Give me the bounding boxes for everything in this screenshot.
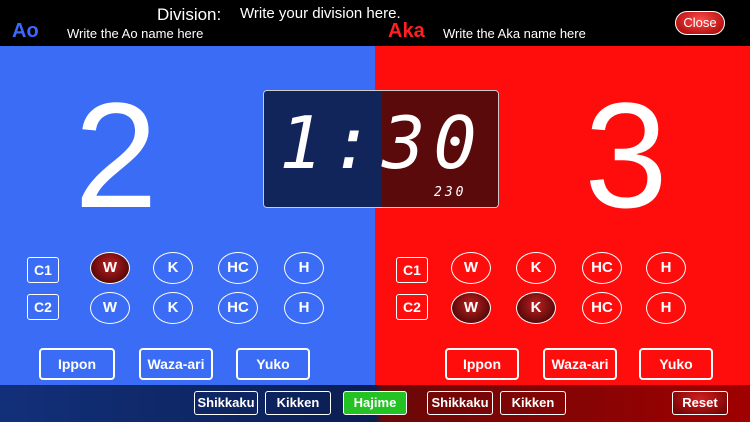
ao-shikkaku-button[interactable]: Shikkaku [194, 391, 258, 415]
aka-c1-hc-button[interactable]: HC [582, 252, 622, 284]
ao-c2-hc-button[interactable]: HC [218, 292, 258, 324]
timer-main-value: 1:30 [279, 101, 485, 185]
aka-c2-k-button[interactable]: K [516, 292, 556, 324]
aka-kikken-button[interactable]: Kikken [500, 391, 566, 415]
ao-title: Ao [12, 20, 39, 42]
division-input[interactable]: Write your division here. [240, 5, 401, 22]
aka-shikkaku-button[interactable]: Shikkaku [427, 391, 493, 415]
division-label: Division: [157, 5, 222, 24]
aka-c2-hc-button[interactable]: HC [582, 292, 622, 324]
ao-c1-w-button[interactable]: W [90, 252, 130, 284]
ao-c1-h-button[interactable]: H [284, 252, 324, 284]
aka-yuko-button[interactable]: Yuko [639, 348, 713, 380]
aka-c2-w-button[interactable]: W [451, 292, 491, 324]
aka-score[interactable]: 3 [546, 80, 706, 230]
ao-c1-k-button[interactable]: K [153, 252, 193, 284]
aka-wazaari-button[interactable]: Waza-ari [543, 348, 617, 380]
aka-ippon-button[interactable]: Ippon [445, 348, 519, 380]
close-button[interactable]: Close [675, 11, 725, 35]
aka-c2-label: C2 [396, 294, 428, 320]
ao-yuko-button[interactable]: Yuko [236, 348, 310, 380]
ao-c1-label: C1 [27, 257, 59, 283]
hajime-button[interactable]: Hajime [343, 391, 407, 415]
ao-c2-w-button[interactable]: W [90, 292, 130, 324]
timer-display[interactable]: 1:30 230 [263, 90, 499, 208]
ao-score[interactable]: 2 [36, 80, 196, 230]
aka-c1-k-button[interactable]: K [516, 252, 556, 284]
ao-c2-h-button[interactable]: H [284, 292, 324, 324]
timer-sub-value: 230 [434, 185, 467, 200]
ao-c2-label: C2 [27, 294, 59, 320]
aka-c1-h-button[interactable]: H [646, 252, 686, 284]
ao-ippon-button[interactable]: Ippon [39, 348, 115, 380]
ao-name-input[interactable]: Write the Ao name here [67, 26, 203, 41]
aka-name-input[interactable]: Write the Aka name here [443, 26, 586, 41]
aka-c1-label: C1 [396, 257, 428, 283]
reset-button[interactable]: Reset [672, 391, 728, 415]
ao-c2-k-button[interactable]: K [153, 292, 193, 324]
ao-wazaari-button[interactable]: Waza-ari [139, 348, 213, 380]
aka-title: Aka [388, 20, 425, 42]
ao-c1-hc-button[interactable]: HC [218, 252, 258, 284]
ao-kikken-button[interactable]: Kikken [265, 391, 331, 415]
aka-c2-h-button[interactable]: H [646, 292, 686, 324]
aka-c1-w-button[interactable]: W [451, 252, 491, 284]
